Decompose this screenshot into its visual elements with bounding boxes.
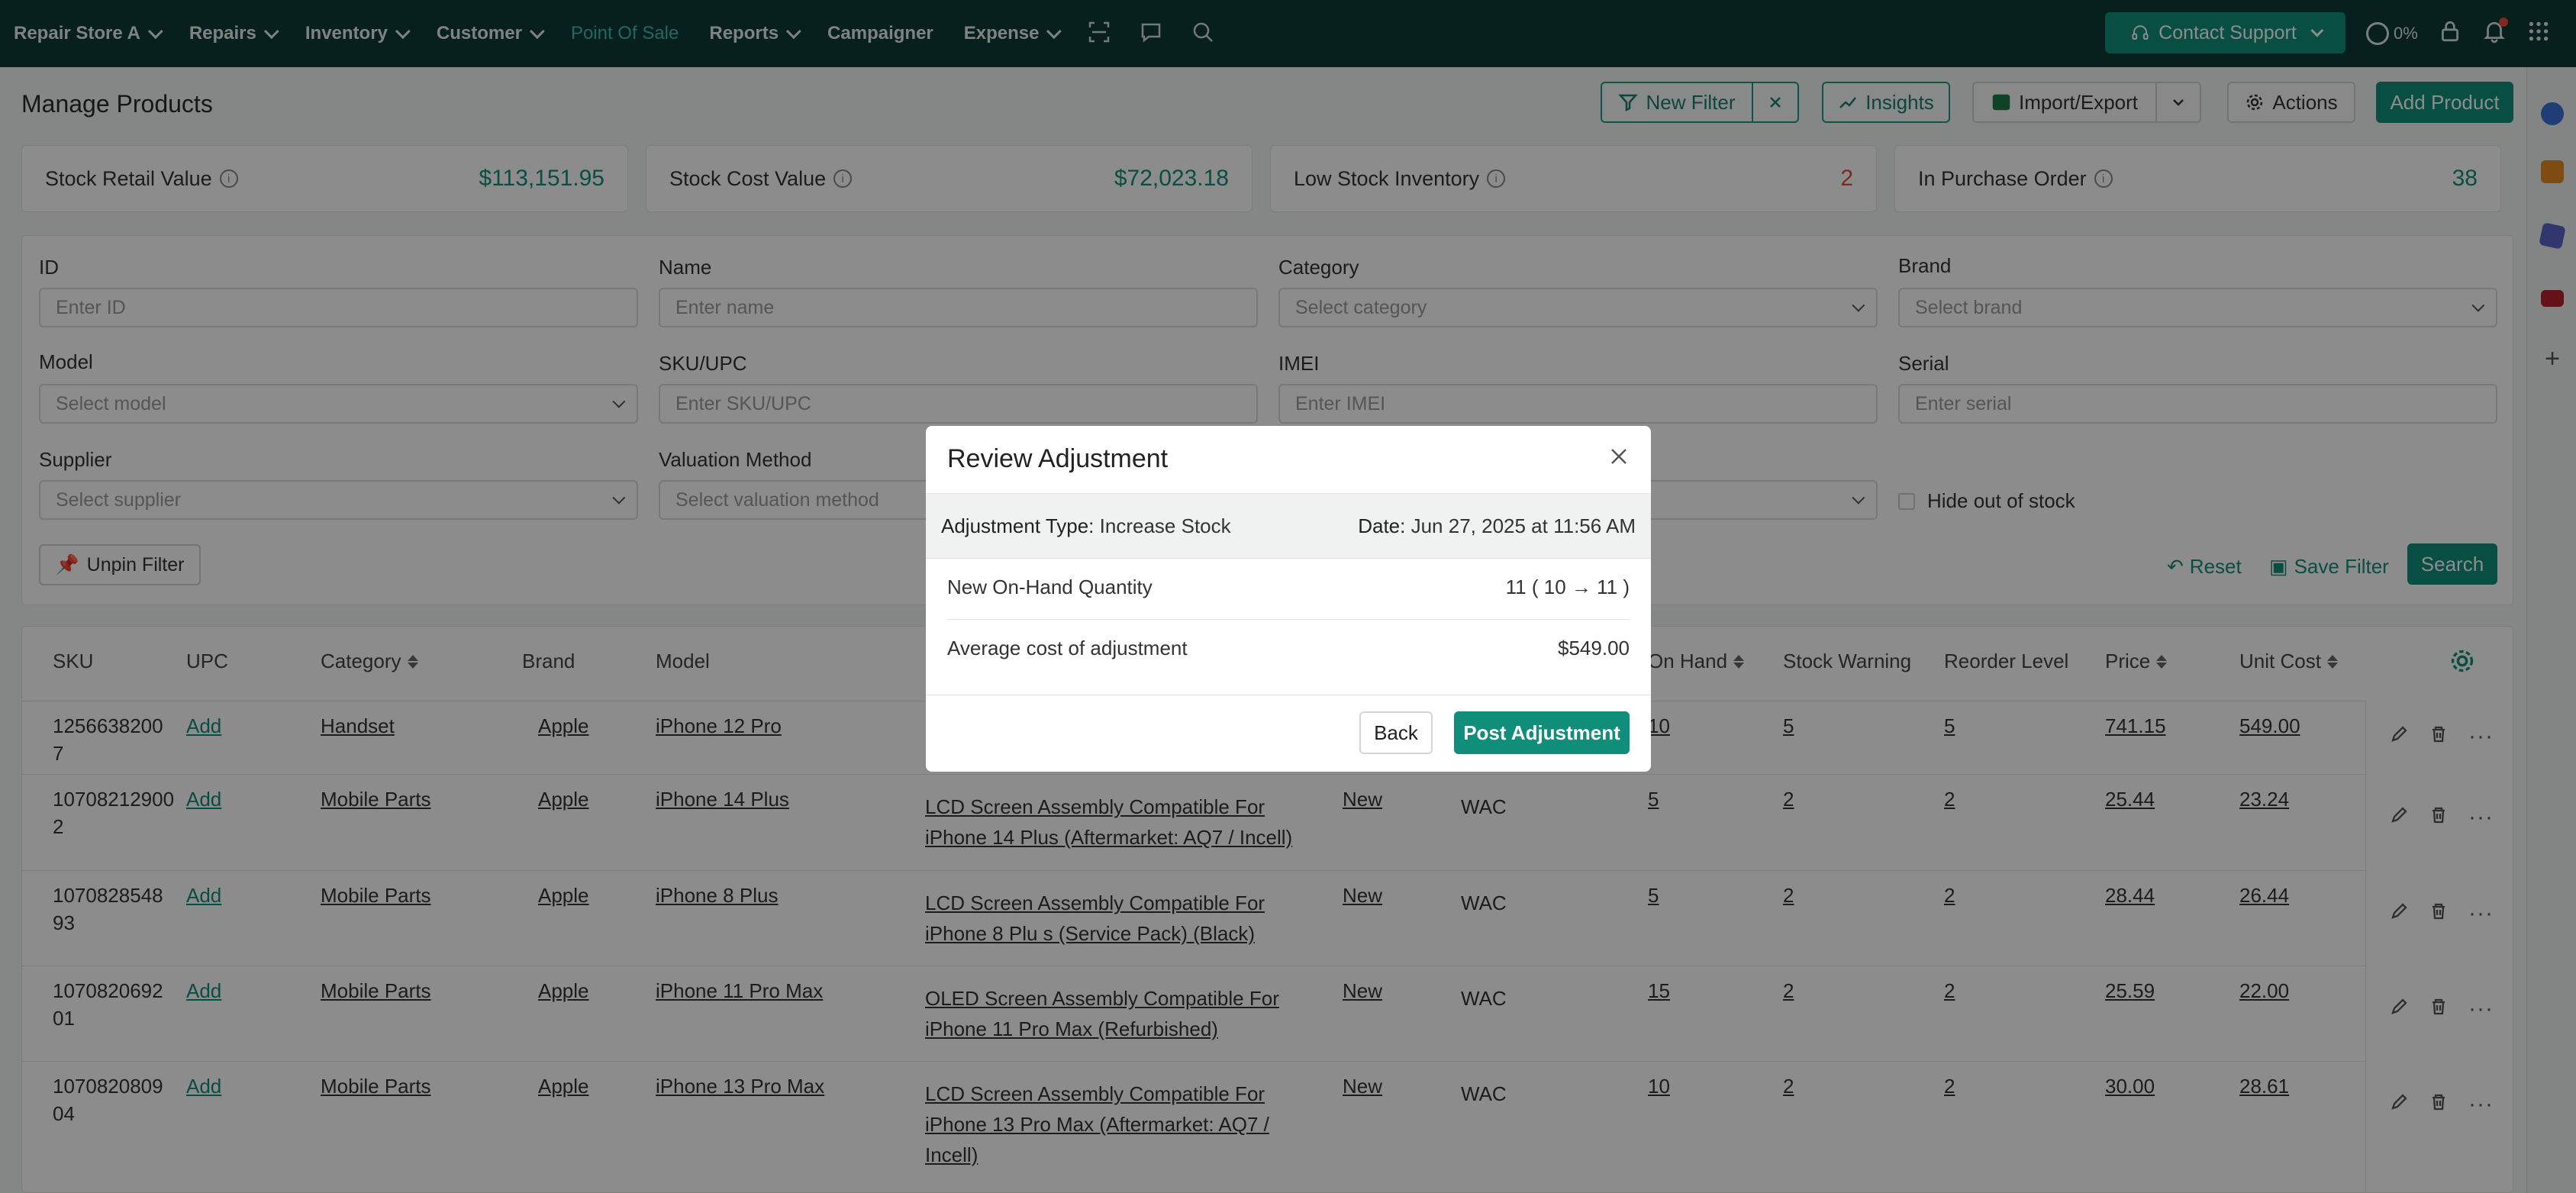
average-cost-row: Average cost of adjustment $549.00 (947, 637, 1630, 660)
new-on-hand-value: 11 ( 10 → 11 ) (1505, 576, 1630, 598)
adjustment-type: Adjustment Type: Increase Stock (941, 514, 1231, 538)
adjustment-date-label: Date: (1358, 514, 1406, 537)
adjustment-summary-band: Adjustment Type: Increase Stock Date: Ju… (926, 493, 1651, 559)
review-adjustment-modal: Review Adjustment Adjustment Type: Incre… (926, 426, 1651, 772)
modal-title: Review Adjustment (947, 444, 1169, 473)
adjustment-type-value: Increase Stock (1099, 514, 1231, 537)
average-cost-label: Average cost of adjustment (947, 637, 1188, 659)
adjustment-date: Date: Jun 27, 2025 at 11:56 AM (1358, 514, 1636, 538)
adjustment-date-value: Jun 27, 2025 at 11:56 AM (1411, 514, 1636, 537)
new-on-hand-row: New On-Hand Quantity 11 ( 10 → 11 ) (947, 576, 1630, 599)
average-cost-value: $549.00 (1558, 637, 1630, 659)
modal-divider (947, 619, 1630, 620)
new-on-hand-label: New On-Hand Quantity (947, 576, 1153, 598)
adjustment-type-label: Adjustment Type: (941, 514, 1095, 537)
back-button[interactable]: Back (1359, 711, 1433, 754)
close-icon[interactable] (1605, 443, 1633, 470)
post-adjustment-button[interactable]: Post Adjustment (1454, 711, 1630, 754)
